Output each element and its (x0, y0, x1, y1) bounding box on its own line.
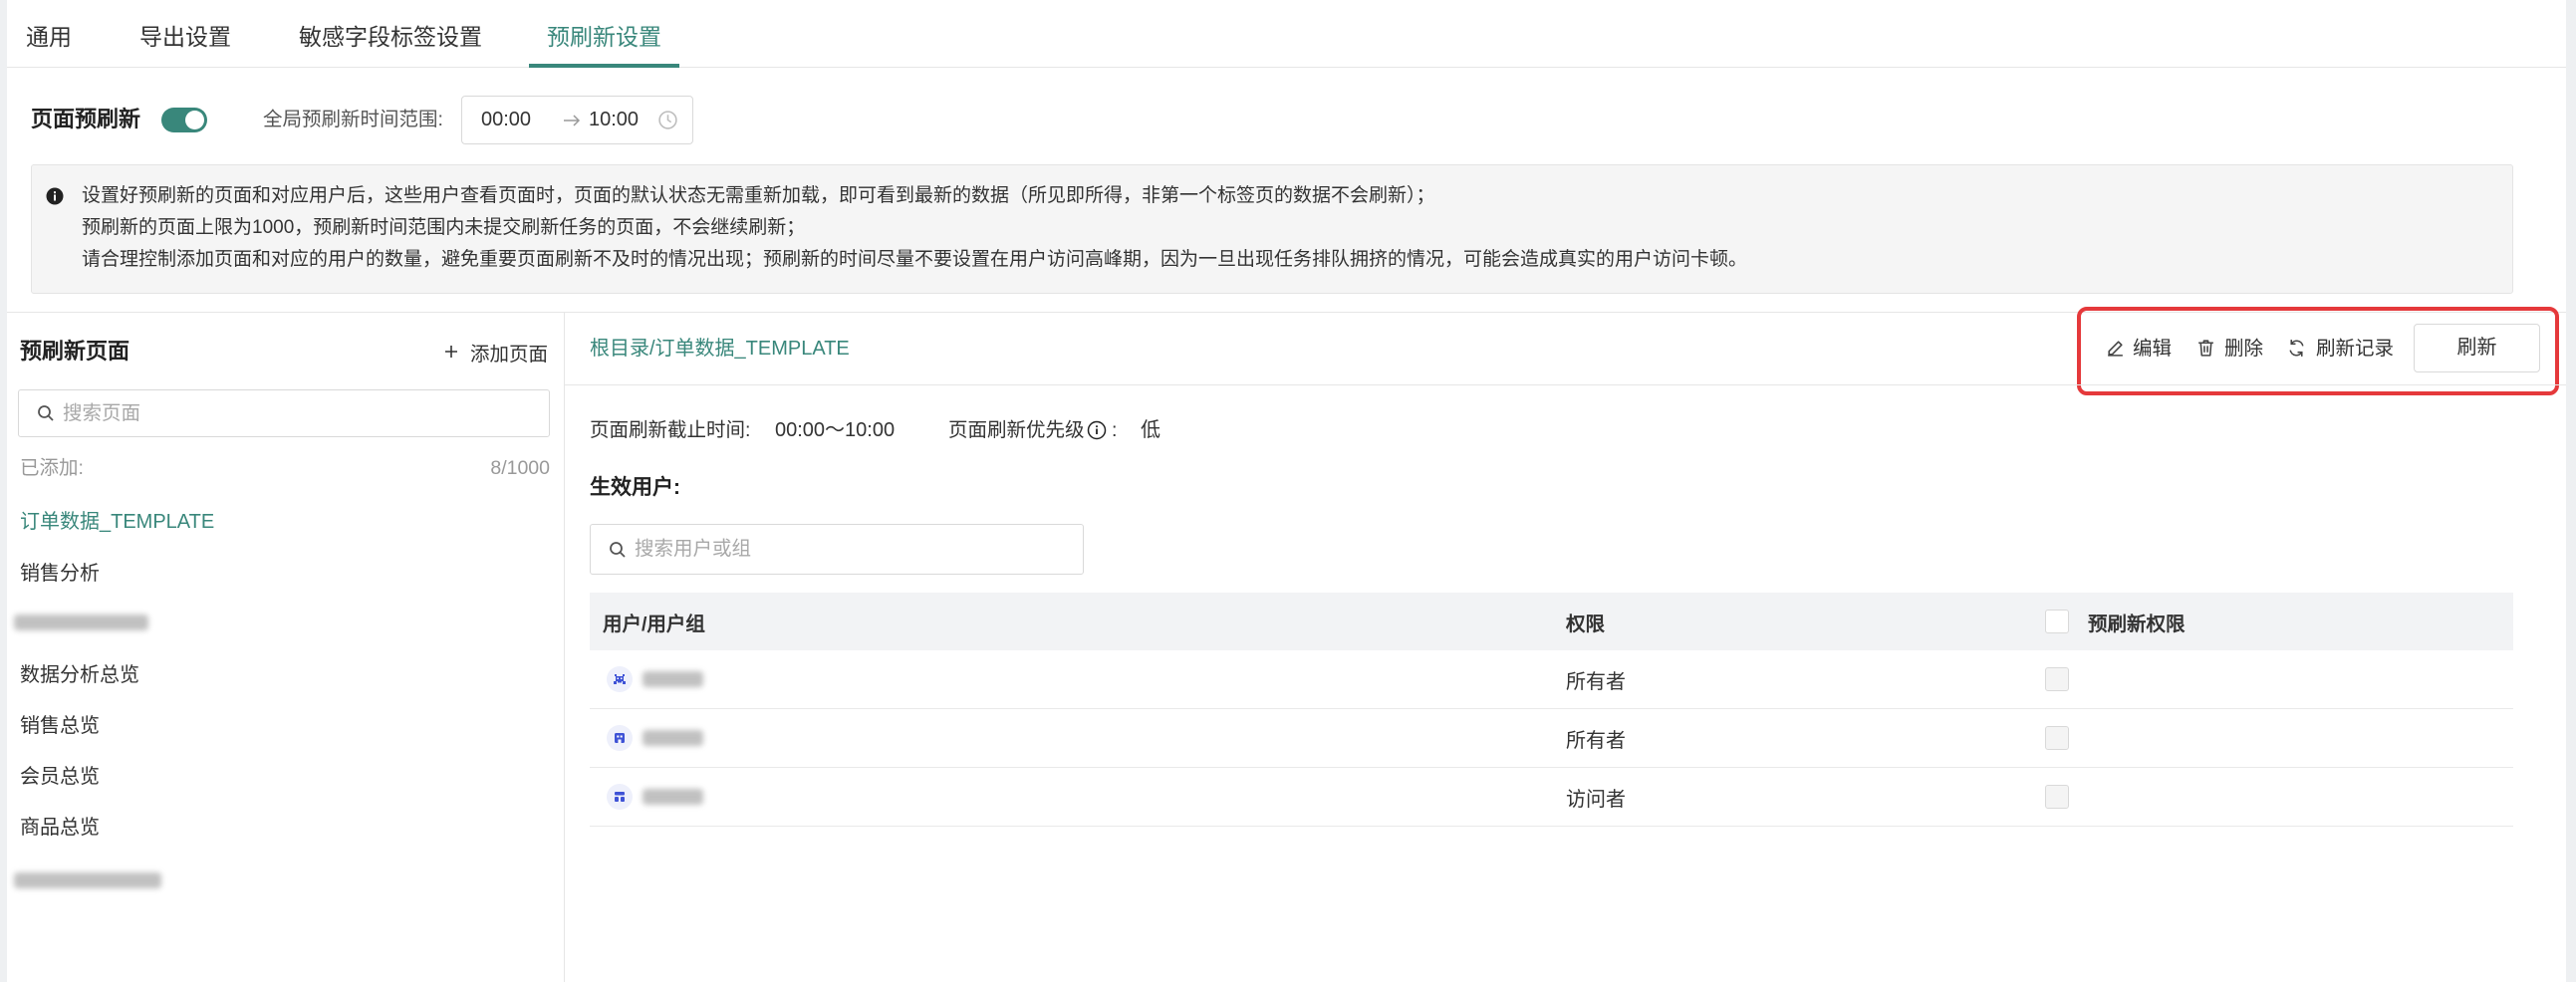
blurred-text (643, 730, 703, 746)
permission-cell: 所有者 (1566, 729, 1626, 752)
tab-sensitive-field-tags[interactable]: 敏感字段标签设置 (281, 0, 500, 68)
effective-users-title: 生效用户: (590, 476, 680, 499)
user-name-blurred (643, 650, 703, 708)
refresh-button[interactable]: 刷新 (2414, 324, 2540, 372)
notice-box: 设置好预刷新的页面和对应用户后，这些用户查看页面时，页面的默认状态无需重新加载，… (31, 164, 2513, 294)
search-icon (609, 541, 627, 564)
table-row: 访问者 (590, 768, 2513, 827)
tab-prefresh-settings[interactable]: 预刷新设置 (529, 0, 679, 68)
user-group-icon (607, 666, 633, 692)
select-all-checkbox[interactable] (2045, 610, 2069, 633)
priority-info-icon[interactable] (1087, 420, 1107, 445)
avatar-cell (607, 768, 633, 826)
department-icon (607, 725, 633, 751)
prefresh-checkbox[interactable] (2045, 785, 2069, 809)
info-icon (46, 187, 64, 210)
edit-button[interactable]: 编辑 (2133, 333, 2172, 365)
time-end[interactable]: 10:00 (589, 97, 639, 143)
clock-icon (657, 110, 678, 135)
table-header: 用户/用户组 权限 预刷新权限 (590, 593, 2513, 650)
tab-general[interactable]: 通用 (8, 0, 90, 68)
priority-colon: : (1112, 419, 1118, 441)
refresh-history-button[interactable]: 刷新记录 (2316, 333, 2394, 365)
role-icon (607, 784, 633, 810)
add-page-label: 添加页面 (470, 343, 549, 366)
user-name-blurred (643, 709, 703, 767)
page-list-item[interactable]: 会员总览 (20, 761, 100, 793)
column-header-user: 用户/用户组 (603, 613, 705, 635)
deadline-label: 页面刷新截止时间: (590, 419, 751, 441)
sidebar-title: 预刷新页面 (20, 339, 130, 364)
right-edge (2566, 0, 2576, 982)
trash-icon[interactable] (2195, 338, 2216, 364)
notice-line: 设置好预刷新的页面和对应用户后，这些用户查看页面时，页面的默认状态无需重新加载，… (82, 185, 1435, 206)
notice-line: 预刷新的页面上限为1000，预刷新时间范围内未提交刷新任务的页面，不会继续刷新； (82, 217, 806, 238)
blurred-text (643, 671, 703, 687)
priority-label: 页面刷新优先级 (948, 419, 1085, 441)
toggle-knob (185, 111, 204, 129)
breadcrumb[interactable]: 根目录/订单数据_TEMPLATE (590, 333, 850, 365)
edit-icon[interactable] (2105, 338, 2126, 364)
prefresh-label: 页面预刷新 (31, 107, 141, 131)
panel-divider (564, 312, 565, 982)
refresh-history-icon[interactable] (2286, 338, 2307, 364)
page-list-item[interactable]: 商品总览 (20, 812, 100, 844)
users-table: 用户/用户组 权限 预刷新权限 所有者 所有者 访问者 (590, 593, 2513, 827)
section-divider (7, 312, 2566, 313)
blurred-text (643, 789, 703, 805)
avatar-cell (607, 650, 633, 708)
page-list-item-blurred[interactable] (14, 607, 169, 638)
priority-value: 低 (1141, 419, 1160, 441)
page-list-item[interactable]: 销售分析 (20, 558, 100, 590)
table-row: 所有者 (590, 650, 2513, 709)
user-search-placeholder: 搜索用户或组 (635, 538, 752, 560)
blurred-text (14, 872, 161, 888)
tab-export-settings[interactable]: 导出设置 (122, 0, 249, 68)
notice-line: 请合理控制添加页面和对应的用户的数量，避免重要页面刷新不及时的情况出现；预刷新的… (82, 249, 1748, 270)
column-header-permission: 权限 (1566, 613, 1606, 635)
delete-button[interactable]: 删除 (2224, 333, 2263, 365)
plus-icon (444, 345, 458, 359)
table-row: 所有者 (590, 709, 2513, 768)
global-range-label: 全局预刷新时间范围: (263, 109, 443, 130)
page-list-item[interactable]: 数据分析总览 (20, 659, 139, 691)
user-search-input[interactable]: 搜索用户或组 (590, 524, 1084, 575)
page-list-item[interactable]: 订单数据_TEMPLATE (20, 506, 214, 538)
search-icon (37, 404, 55, 427)
page-list-item-blurred[interactable] (14, 864, 179, 896)
permission-cell: 访问者 (1566, 788, 1626, 811)
add-page-button[interactable]: 添加页面 (444, 336, 548, 368)
prefresh-checkbox[interactable] (2045, 667, 2069, 691)
page-search-placeholder: 搜索页面 (63, 402, 141, 424)
page-search-input[interactable]: 搜索页面 (18, 389, 550, 437)
blurred-text (14, 614, 148, 630)
user-name-blurred (643, 768, 703, 826)
page-list-item[interactable]: 销售总览 (20, 710, 100, 742)
column-header-prefresh: 预刷新权限 (2088, 613, 2186, 635)
added-count: 8/1000 (490, 457, 550, 479)
select-all-checkbox-cell (2045, 593, 2069, 650)
prefresh-toggle[interactable] (161, 108, 207, 132)
time-start[interactable]: 00:00 (481, 97, 531, 143)
deadline-value: 00:00～10:00 (775, 419, 896, 441)
prefresh-checkbox[interactable] (2045, 726, 2069, 750)
left-edge (0, 0, 7, 982)
added-label: 已添加: (20, 457, 84, 479)
arrow-right-icon (562, 113, 582, 133)
header-divider (565, 384, 2566, 385)
avatar-cell (607, 709, 633, 767)
time-range-picker[interactable]: 00:00 10:00 (461, 96, 693, 144)
permission-cell: 所有者 (1566, 670, 1626, 693)
